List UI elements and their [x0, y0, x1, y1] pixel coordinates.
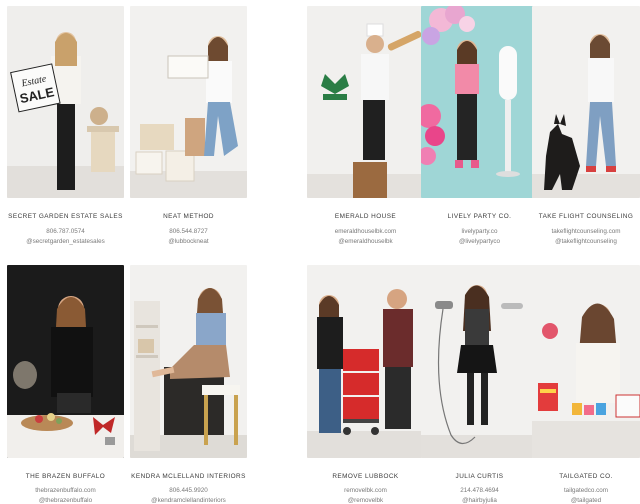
vendor-name: REMOVE LUBBOCK — [332, 473, 399, 480]
vendor-contact: thebrazenbuffalo.com — [35, 487, 96, 494]
vendor-photo — [532, 265, 640, 458]
vendor-handle: @thebrazenbuffalo — [38, 497, 93, 504]
vendor-photo — [7, 265, 124, 458]
vendor-contact: 806.544.8727 — [169, 228, 208, 235]
vendor-photo — [421, 6, 538, 198]
vendor-handle: @takeflightcounseling — [555, 238, 617, 245]
vendor-contact: emeraldhouselbk.com — [334, 228, 397, 235]
vendor-handle: @hairbyjulia — [462, 497, 497, 504]
vendor-handle: @emeraldhouselbk — [338, 238, 393, 245]
vendor-name: LIVELY PARTY CO. — [447, 213, 512, 220]
vendor-photo — [130, 265, 247, 458]
vendor-handle: @removelbk — [347, 497, 384, 504]
vendor-photo: Estate SALE — [7, 6, 124, 198]
vendor-photo — [532, 6, 640, 198]
vendor-contact: 806.445.9920 — [169, 487, 208, 494]
vendor-photo — [307, 6, 424, 198]
vendor-handle: @lubbockneat — [168, 238, 209, 245]
vendor-name: THE BRAZEN BUFFALO — [25, 473, 106, 480]
vendor-name: EMERALD HOUSE — [334, 213, 397, 220]
vendor-name: JULIA CURTIS — [455, 473, 504, 480]
vendor-handle: @tailgated — [570, 497, 602, 504]
vendor-name: TAKE FLIGHT COUNSELING — [538, 213, 634, 220]
vendor-name: NEAT METHOD — [163, 213, 214, 220]
vendor-photo — [307, 265, 424, 458]
vendor-name: SECRET GARDEN ESTATE SALES — [8, 213, 123, 220]
vendor-photo — [130, 6, 247, 198]
vendor-handle: @kendramclellandinteriors — [151, 497, 226, 504]
vendor-name: TAILGATED CO. — [559, 473, 613, 480]
vendor-contact: removelbk.com — [344, 487, 387, 494]
vendor-contact: tailgatedco.com — [563, 487, 609, 494]
vendor-name: KENDRA MCLELLAND INTERIORS — [131, 473, 246, 480]
vendor-contact: 214.478.4694 — [460, 487, 499, 494]
vendor-contact: 806.787.0574 — [46, 228, 85, 235]
vendor-contact: takeflightcounseling.com — [551, 228, 621, 235]
vendor-contact: livelyparty.co — [461, 228, 498, 235]
vendor-handle: @livelypartyco — [458, 238, 501, 245]
vendor-photo — [421, 265, 538, 458]
vendor-handle: @secretgarden_estatesales — [26, 238, 105, 245]
